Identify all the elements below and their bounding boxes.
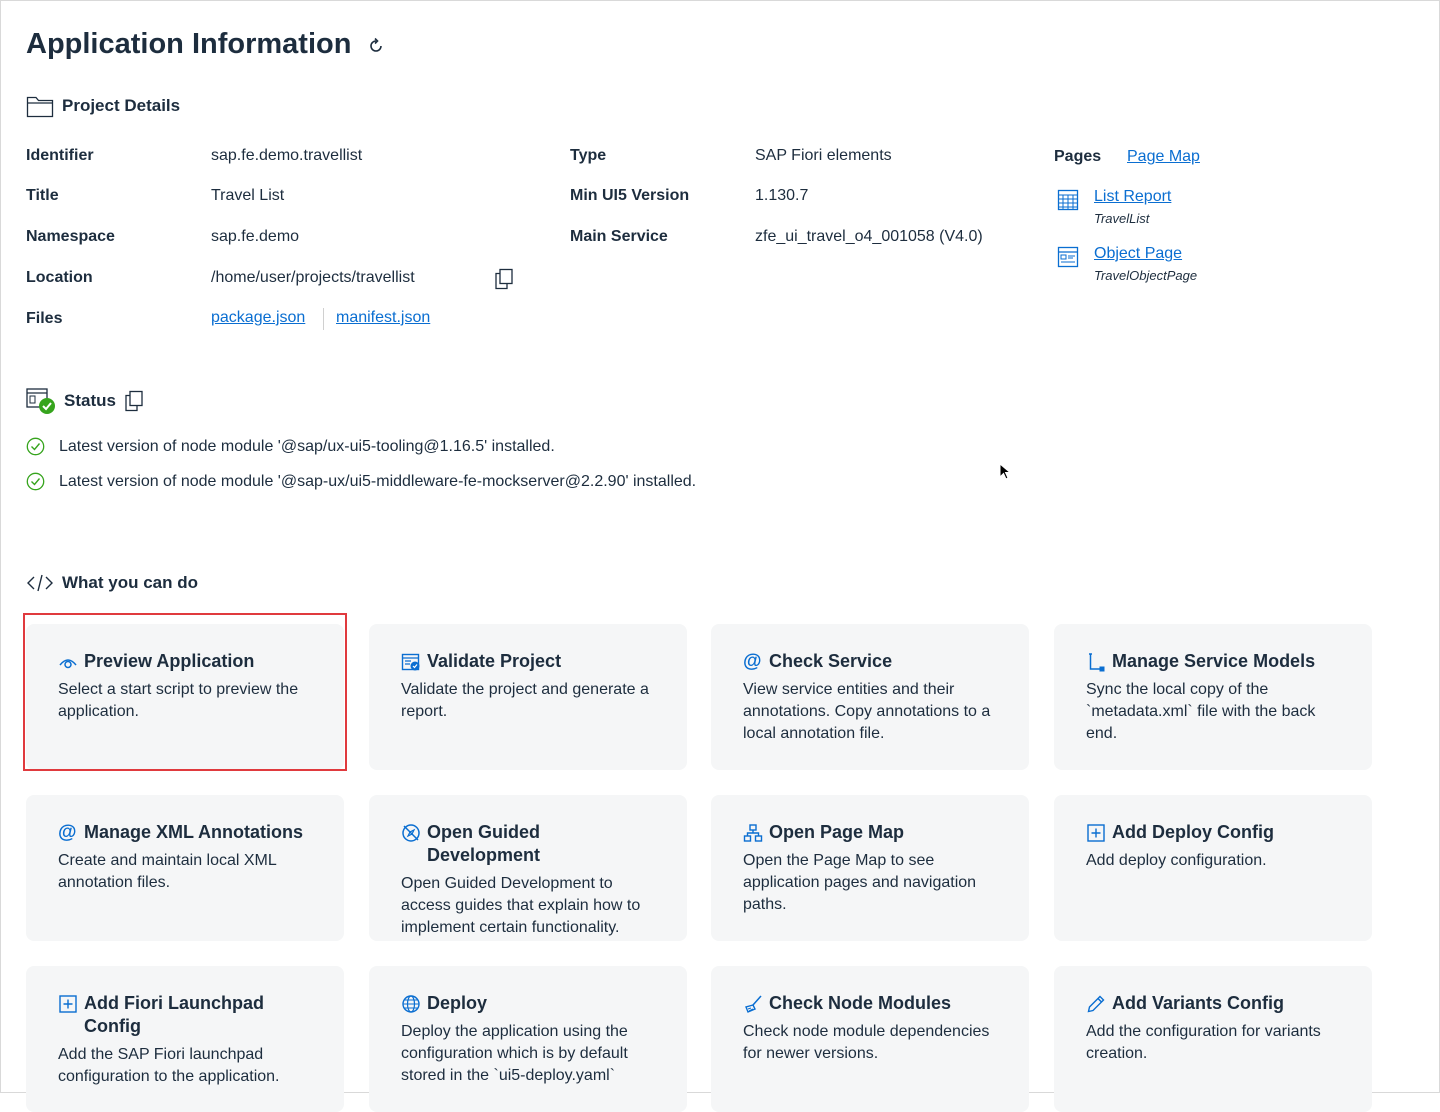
code-icon <box>27 574 53 592</box>
card-title: Add Fiori Launchpad Config <box>84 993 264 1036</box>
check-circle-icon <box>26 437 45 456</box>
form-icon <box>1057 246 1079 268</box>
card-description: Add the SAP Fiori launchpad configuratio… <box>58 1046 280 1085</box>
card-title: Manage Service Models <box>1112 651 1316 671</box>
main-service-value: zfe_ui_travel_o4_001058 (V4.0) <box>755 228 983 245</box>
card-description: Validate the project and generate a repo… <box>401 681 649 720</box>
copy-icon[interactable] <box>494 268 514 290</box>
card-description: View service entities and their annotati… <box>743 681 991 742</box>
at-icon: @ <box>58 822 77 843</box>
globe-icon <box>402 995 420 1013</box>
broom-icon <box>745 995 762 1013</box>
files-divider <box>323 308 324 330</box>
refresh-icon[interactable] <box>366 36 386 56</box>
identifier-label: Identifier <box>26 147 94 164</box>
location-label: Location <box>26 269 93 286</box>
mouse-cursor-icon <box>999 463 1011 480</box>
status-text: Latest version of node module '@sap/ux-u… <box>59 437 555 455</box>
card-validate-project[interactable]: Validate Project Validate the project an… <box>369 624 687 770</box>
copy-icon[interactable] <box>124 390 144 412</box>
card-title: Check Node Modules <box>769 993 952 1013</box>
main-service-label: Main Service <box>570 228 668 245</box>
model-icon <box>1089 653 1105 672</box>
card-title: Deploy <box>427 993 488 1013</box>
card-title: Preview Application <box>84 651 255 671</box>
add-icon <box>1087 824 1105 842</box>
section-title: What you can do <box>62 573 198 592</box>
title-value: Travel List <box>211 187 285 204</box>
namespace-value: sap.fe.demo <box>211 228 300 245</box>
card-title: Validate Project <box>427 651 562 671</box>
namespace-label: Namespace <box>26 228 115 245</box>
card-title: Manage XML Annotations <box>84 822 304 842</box>
card-check-node-modules[interactable]: Check Node Modules Check node module dep… <box>711 966 1029 1112</box>
actions-header: What you can do <box>26 573 198 593</box>
section-title: Status <box>64 391 116 410</box>
page-title: Application Information <box>26 28 352 60</box>
section-title: Project Details <box>62 96 181 115</box>
min-ui5-label: Min UI5 Version <box>570 187 690 204</box>
hierarchy-icon <box>743 824 763 842</box>
card-deploy[interactable]: Deploy Deploy the application using the … <box>369 966 687 1112</box>
card-title: Add Variants Config <box>1112 993 1285 1013</box>
guide-icon <box>402 824 420 842</box>
card-title: Open Guided Development <box>427 822 541 865</box>
type-label: Type <box>570 147 607 164</box>
project-details-header: Project Details <box>26 94 180 118</box>
table-icon <box>1057 189 1079 211</box>
card-add-fiori-launchpad-config[interactable]: Add Fiori Launchpad Config Add the SAP F… <box>26 966 344 1112</box>
card-description: Check node module dependencies for newer… <box>743 1023 990 1062</box>
card-title: Add Deploy Config <box>1112 822 1274 842</box>
add-icon <box>59 995 77 1013</box>
check-circle-icon <box>26 472 45 491</box>
files-label: Files <box>26 310 63 327</box>
status-header: Status <box>26 387 144 415</box>
list-report-entity: TravelList <box>1094 211 1150 226</box>
status-item: Latest version of node module '@sap/ux-u… <box>26 437 555 456</box>
list-report-link[interactable]: List Report <box>1094 188 1171 206</box>
location-value: /home/user/projects/travellist <box>211 269 415 286</box>
eye-icon <box>59 659 77 669</box>
card-title: Check Service <box>769 651 893 671</box>
card-add-deploy-config[interactable]: Add Deploy Config Add deploy configurati… <box>1054 795 1372 941</box>
card-description: Add deploy configuration. <box>1086 852 1267 869</box>
card-title: Open Page Map <box>769 822 905 842</box>
card-open-page-map[interactable]: Open Page Map Open the Page Map to see a… <box>711 795 1029 941</box>
card-description: Sync the local copy of the `metadata.xml… <box>1086 681 1316 742</box>
package-json-link[interactable]: package.json <box>211 309 305 327</box>
validate-icon <box>401 653 420 671</box>
manifest-json-link[interactable]: manifest.json <box>336 309 430 327</box>
card-description: Select a start script to preview the app… <box>58 681 299 720</box>
folder-icon <box>26 96 54 118</box>
type-value: SAP Fiori elements <box>755 147 892 164</box>
card-check-service[interactable]: @ Check Service View service entities an… <box>711 624 1029 770</box>
page-map-link[interactable]: Page Map <box>1127 148 1200 166</box>
card-description: Deploy the application using the configu… <box>401 1023 628 1084</box>
status-text: Latest version of node module '@sap-ux/u… <box>59 472 697 490</box>
card-add-variants-config[interactable]: Add Variants Config Add the configuratio… <box>1054 966 1372 1112</box>
status-icon <box>26 388 55 414</box>
card-description: Add the configuration for variants creat… <box>1086 1023 1321 1062</box>
card-manage-xml-annotations[interactable]: @ Manage XML Annotations Create and main… <box>26 795 344 941</box>
object-page-entity: TravelObjectPage <box>1094 268 1198 283</box>
identifier-value: sap.fe.demo.travellist <box>211 147 363 164</box>
card-description: Open Guided Development to access guides… <box>401 875 641 936</box>
card-description: Open the Page Map to see application pag… <box>743 852 977 913</box>
at-icon: @ <box>743 651 762 672</box>
card-manage-service-models[interactable]: Manage Service Models Sync the local cop… <box>1054 624 1372 770</box>
title-label: Title <box>26 187 59 204</box>
card-description: Create and maintain local XML annotation… <box>58 852 277 891</box>
min-ui5-value: 1.130.7 <box>755 187 809 204</box>
object-page-link[interactable]: Object Page <box>1094 245 1182 263</box>
status-item: Latest version of node module '@sap-ux/u… <box>26 472 696 491</box>
card-preview-application[interactable]: Preview Application Select a start scrip… <box>26 624 344 770</box>
pencil-icon <box>1087 995 1105 1013</box>
pages-label: Pages <box>1054 148 1102 165</box>
card-open-guided-development[interactable]: Open Guided Development Open Guided Deve… <box>369 795 687 941</box>
